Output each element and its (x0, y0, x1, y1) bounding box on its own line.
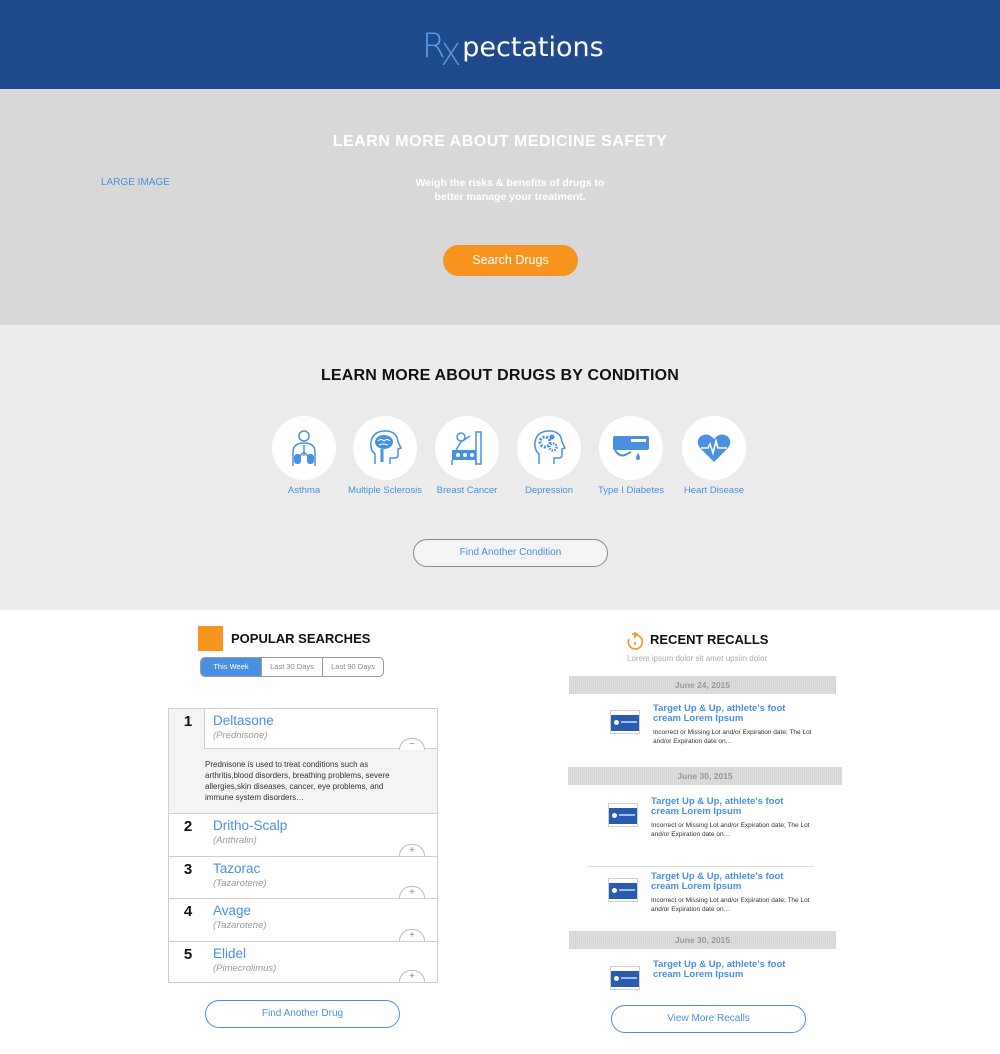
recall-clock-icon (627, 632, 644, 650)
conditions-section: LEARN MORE ABOUT DRUGS BY CONDITION Asth… (0, 325, 1000, 610)
condition-circle (435, 416, 499, 480)
recall-date-header: June 30, 2015 (569, 931, 836, 949)
expand-icon[interactable]: + (399, 970, 425, 982)
hero-image-placeholder: LARGE IMAGE (101, 177, 170, 188)
hero-title: LEARN MORE ABOUT MEDICINE SAFETY (332, 133, 668, 150)
tab-last-30-days[interactable]: Last 30 Days (262, 658, 323, 676)
recall-title[interactable]: Target Up & Up, athlete's foot cream Lor… (651, 872, 811, 892)
view-more-recalls-button[interactable]: View More Recalls (611, 1005, 806, 1033)
drug-description: Prednisone is used to treat conditions s… (205, 760, 390, 802)
condition-depression[interactable]: Depression (517, 416, 581, 496)
condition-label: Type I Diabetes (597, 485, 664, 496)
drug-generic-name: (Pimecrolimus) (213, 963, 277, 974)
recall-title[interactable]: Target Up & Up, athlete's foot cream Lor… (653, 960, 813, 980)
find-another-drug-button[interactable]: Find Another Drug (205, 1000, 400, 1028)
recall-item[interactable]: Target Up & Up, athlete's foot cream Lor… (608, 797, 828, 847)
popular-searches-title: POPULAR SEARCHES (231, 631, 371, 646)
recall-description: Incorrect or Missing Lot and/or Expirati… (651, 897, 810, 913)
drug-row[interactable]: 5 Elidel (Pimecrolimus) + (169, 942, 437, 982)
condition-circle (599, 416, 663, 480)
drug-details-panel: Prednisone is used to treat conditions s… (169, 749, 437, 813)
drug-generic-name: (Tazarotene) (213, 920, 267, 931)
condition-label: Heart Disease (683, 485, 745, 496)
tab-this-week[interactable]: This Week (201, 658, 262, 676)
drug-rank: 2 (183, 818, 193, 835)
brain-head-icon (370, 430, 403, 464)
recent-recalls-title: RECENT RECALLS (650, 632, 769, 647)
recall-description: Incorrect or Missing Lot and/or Expirati… (653, 729, 812, 745)
condition-label: Multiple Sclerosis (348, 485, 422, 496)
condition-circle (272, 416, 336, 480)
condition-type-1-diabetes[interactable]: Type I Diabetes (598, 416, 664, 496)
search-drugs-button[interactable]: Search Drugs (443, 245, 578, 276)
drug-rank: 5 (183, 946, 193, 963)
expand-icon[interactable]: + (399, 929, 425, 941)
glucose-meter-icon (613, 436, 649, 460)
popular-drug-list: 1 Deltasone (Prednisone) Prednisone is u… (168, 708, 438, 983)
condition-circle (517, 416, 581, 480)
drug-name[interactable]: Avage (213, 903, 251, 918)
condition-asthma[interactable]: Asthma (272, 416, 336, 496)
drug-row[interactable]: 1 Deltasone (Prednisone) Prednisone is u… (169, 709, 437, 814)
site-logo[interactable]: RX pectations (422, 22, 604, 73)
find-another-condition-button[interactable]: Find Another Condition (413, 539, 608, 567)
drug-row[interactable]: 2 Dritho-Scalp (Anthralin) + (169, 814, 437, 857)
drug-generic-name: (Anthralin) (213, 835, 257, 846)
recall-item[interactable]: Target Up & Up, athlete's foot cream Lor… (610, 704, 830, 754)
hero-subtitle: Weigh the risks & benefits of drugs to b… (415, 177, 605, 203)
product-thumbnail (610, 966, 640, 990)
drug-generic-name: (Tazarotene) (213, 878, 267, 889)
condition-label: Asthma (287, 485, 321, 496)
expand-icon[interactable]: + (399, 886, 425, 898)
popular-searches-marker (198, 626, 223, 651)
condition-label: Breast Cancer (436, 485, 498, 496)
recall-title[interactable]: Target Up & Up, athlete's foot cream Lor… (653, 704, 813, 724)
condition-circle (353, 416, 417, 480)
drug-rank: 3 (183, 861, 193, 878)
popular-period-tabs: This Week Last 30 Days Last 90 Days (200, 657, 384, 677)
heart-pulse-icon (697, 434, 731, 462)
condition-breast-cancer[interactable]: Breast Cancer (435, 416, 499, 496)
patient-bed-icon (451, 431, 482, 465)
expand-icon[interactable]: + (399, 844, 425, 856)
drug-name[interactable]: Dritho-Scalp (213, 818, 287, 833)
drug-name[interactable]: Deltasone (213, 713, 274, 728)
product-thumbnail (610, 710, 640, 734)
condition-circle (682, 416, 746, 480)
logo-rx-mark: RX (422, 26, 461, 73)
drug-name[interactable]: Elidel (213, 946, 246, 961)
condition-label: Depression (524, 485, 574, 496)
drug-rank: 4 (183, 903, 193, 920)
recall-date-header: June 24, 2015 (569, 676, 836, 694)
recall-title[interactable]: Target Up & Up, athlete's foot cream Lor… (651, 797, 811, 817)
drug-rank: 1 (183, 713, 193, 730)
condition-heart-disease[interactable]: Heart Disease (682, 416, 746, 496)
product-thumbnail (608, 803, 638, 827)
hero-banner: LARGE IMAGE LEARN MORE ABOUT MEDICINE SA… (0, 89, 1000, 325)
recall-divider (588, 866, 814, 867)
drug-row[interactable]: 4 Avage (Tazarotene) + (169, 899, 437, 942)
product-thumbnail (608, 878, 638, 902)
drug-generic-name: (Prednisone) (213, 730, 268, 741)
recall-date-header: June 30, 2015 (568, 767, 842, 785)
head-gears-icon (534, 430, 567, 464)
recent-recalls-subtitle: Lorem ipsum dolor sit amet upsim dolor (627, 654, 768, 663)
recall-description: Incorrect or Missing Lot and/or Expirati… (651, 822, 810, 838)
recall-item[interactable]: Target Up & Up, athlete's foot cream Lor… (608, 872, 828, 922)
drug-name[interactable]: Tazorac (213, 861, 260, 876)
conditions-title: LEARN MORE ABOUT DRUGS BY CONDITION (320, 367, 680, 384)
site-header: RX pectations (0, 0, 1000, 89)
recall-item[interactable]: Target Up & Up, athlete's foot cream Lor… (610, 960, 830, 1010)
tab-last-90-days[interactable]: Last 90 Days (323, 658, 383, 676)
logo-wordmark: pectations (462, 32, 604, 63)
lungs-icon (292, 430, 316, 466)
condition-multiple-sclerosis[interactable]: Multiple Sclerosis (348, 416, 422, 496)
drug-row[interactable]: 3 Tazorac (Tazarotene) + (169, 857, 437, 899)
